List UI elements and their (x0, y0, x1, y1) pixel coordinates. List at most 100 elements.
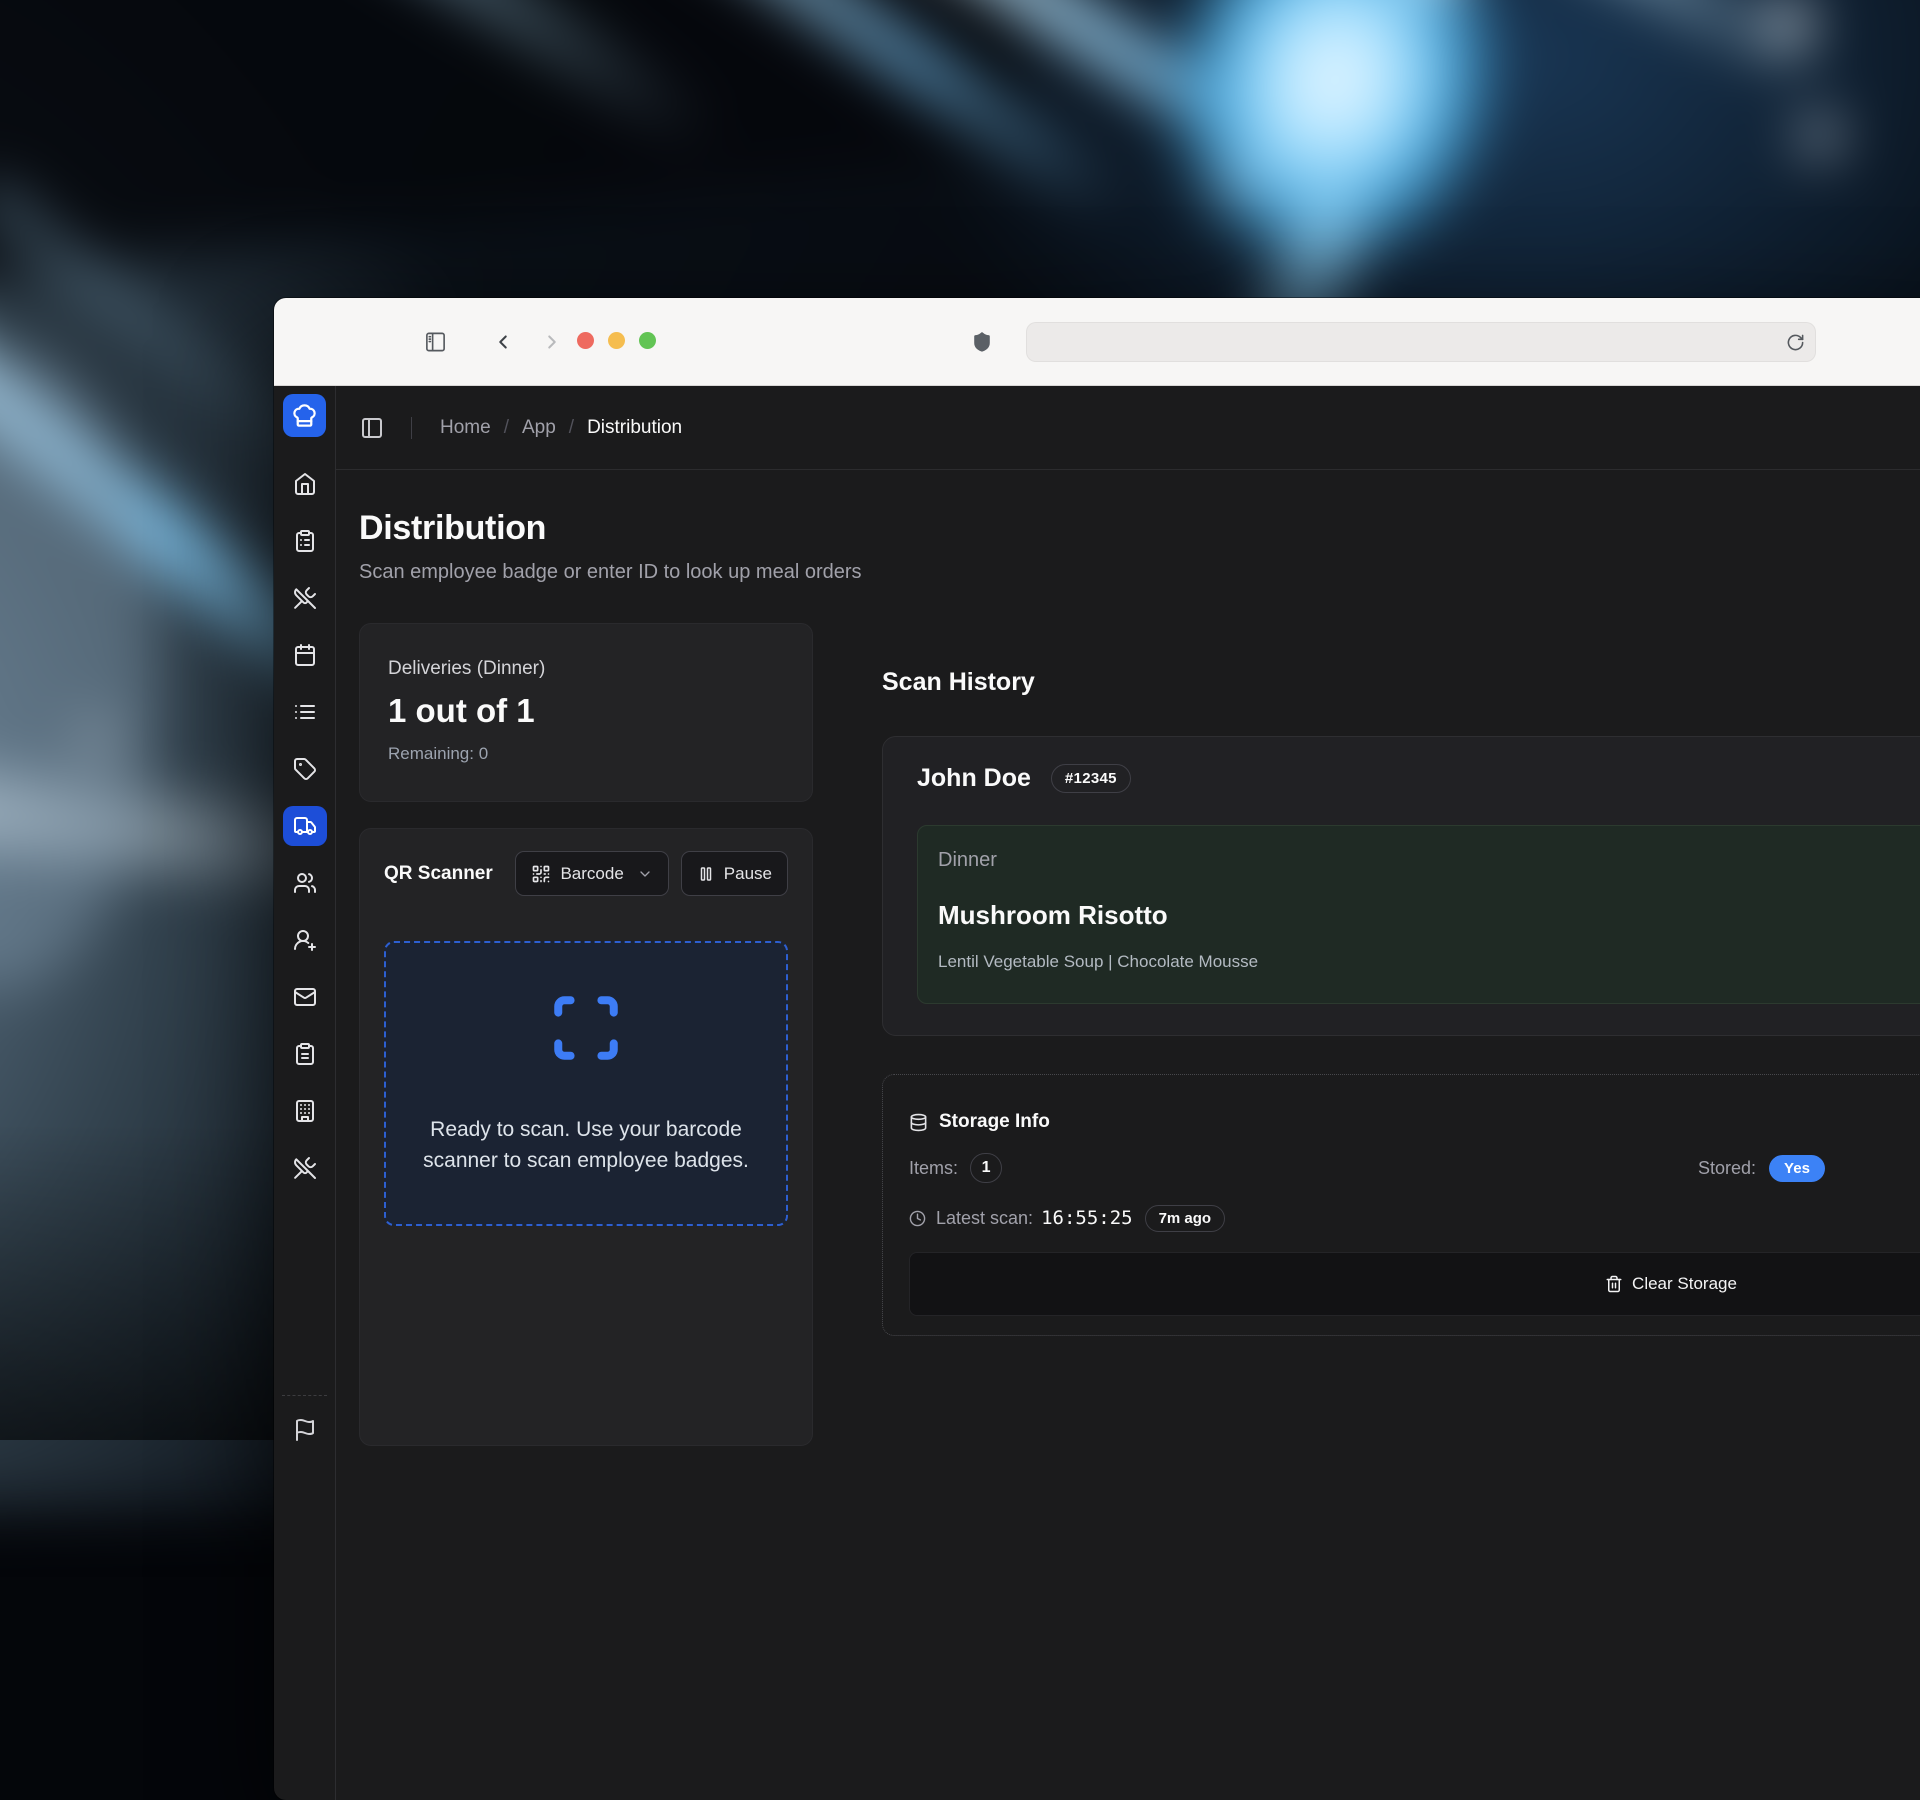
tag-icon (293, 757, 317, 781)
breadcrumb-separator: / (569, 417, 574, 439)
nav-flags[interactable] (274, 1418, 335, 1442)
back-button[interactable] (492, 331, 514, 353)
employee-name: John Doe (917, 764, 1031, 793)
pause-button[interactable]: Pause (681, 851, 788, 896)
clipboard-list-icon (293, 529, 317, 553)
browser-toolbar (274, 298, 1920, 386)
pause-icon (697, 865, 715, 883)
chevron-down-icon (637, 866, 653, 882)
qr-scanner-title: QR Scanner (384, 863, 493, 885)
nav-kitchen[interactable] (283, 1148, 327, 1188)
clear-storage-label: Clear Storage (1632, 1274, 1737, 1294)
nav-reports[interactable] (283, 1034, 327, 1074)
deliveries-card: Deliveries (Dinner) 1 out of 1 Remaining… (359, 623, 813, 802)
sidebar-divider (282, 1395, 327, 1396)
breadcrumb-current: Distribution (587, 417, 682, 439)
forward-button[interactable] (541, 331, 563, 353)
meal-card: Dinner Mushroom Risotto Lentil Vegetable… (917, 825, 1920, 1004)
user-plus-icon (293, 928, 317, 952)
building-icon (293, 1099, 317, 1123)
content-area: Home / App / Distribution Distribution S… (336, 386, 1920, 1800)
right-column: Scan History John Doe #12345 Dinner Mush… (882, 623, 1920, 1446)
items-label: Items: (909, 1158, 958, 1179)
scan-history-title: Scan History (882, 668, 1920, 697)
calendar-icon (293, 643, 317, 667)
storage-items-row: Items: 1 Stored: Yes (909, 1153, 1920, 1183)
latest-scan-label: Latest scan: (936, 1208, 1033, 1229)
stored-label: Stored: (1698, 1158, 1756, 1179)
deliveries-count: 1 out of 1 (388, 692, 784, 730)
home-icon (293, 472, 317, 496)
database-icon (909, 1113, 928, 1132)
nav-orders[interactable] (283, 521, 327, 561)
storage-info-panel: Storage Info Items: 1 Stored: Yes (882, 1074, 1920, 1336)
chef-hat-icon (291, 402, 318, 429)
main-panel: Distribution Scan employee badge or ente… (336, 470, 1920, 1800)
address-input[interactable] (1027, 323, 1786, 361)
app-root: Home / App / Distribution Distribution S… (274, 386, 1920, 1800)
reload-icon[interactable] (1786, 333, 1805, 352)
deliveries-remaining: Remaining: 0 (388, 744, 784, 764)
nav-list[interactable] (283, 692, 327, 732)
privacy-shield-icon[interactable] (971, 330, 993, 354)
meal-period: Dinner (938, 849, 1920, 872)
breadcrumb-separator: / (504, 417, 509, 439)
address-bar[interactable] (1026, 322, 1816, 362)
nav-messages[interactable] (283, 977, 327, 1017)
scan-history-entry: John Doe #12345 Dinner Mushroom Risotto … (882, 736, 1920, 1036)
page-title: Distribution (359, 509, 1920, 548)
meal-sides: Lentil Vegetable Soup | Chocolate Mousse (938, 952, 1920, 972)
clock-icon (909, 1210, 926, 1227)
nav-locations[interactable] (283, 1091, 327, 1131)
nav-tags[interactable] (283, 749, 327, 789)
app-header: Home / App / Distribution (336, 386, 1920, 470)
qr-scanner-card: QR Scanner Barcode Paus (359, 828, 813, 1446)
sidebar-rail (274, 386, 336, 1800)
nav-add-user[interactable] (283, 920, 327, 960)
clipboard-icon (293, 1042, 317, 1066)
scan-dropzone[interactable]: Ready to scan. Use your barcode scanner … (384, 941, 788, 1226)
nav-employees[interactable] (283, 863, 327, 903)
nav-meals[interactable] (283, 578, 327, 618)
mail-icon (293, 985, 317, 1009)
header-divider (411, 417, 412, 439)
sidebar-nav (283, 464, 327, 1188)
minimize-window-button[interactable] (608, 332, 625, 349)
app-sidebar-toggle-icon[interactable] (360, 416, 384, 440)
deliveries-label: Deliveries (Dinner) (388, 658, 784, 680)
utensils-crossed-icon (293, 1156, 317, 1180)
meal-dish: Mushroom Risotto (938, 900, 1920, 931)
breadcrumb-app[interactable]: App (522, 417, 556, 439)
latest-scan-ago-badge: 7m ago (1145, 1205, 1226, 1232)
items-count-badge: 1 (970, 1153, 1002, 1183)
zoom-window-button[interactable] (639, 332, 656, 349)
qr-code-icon (531, 864, 551, 884)
breadcrumb: Home / App / Distribution (440, 417, 682, 439)
page-subtitle: Scan employee badge or enter ID to look … (359, 561, 1920, 584)
storage-info-title: Storage Info (939, 1111, 1050, 1133)
browser-window: Home / App / Distribution Distribution S… (274, 298, 1920, 1800)
list-icon (293, 700, 317, 724)
scan-ready-message: Ready to scan. Use your barcode scanner … (406, 1115, 766, 1176)
stored-status: Stored: Yes (1698, 1153, 1825, 1183)
utensils-crossed-icon (293, 586, 317, 610)
nav-distribution[interactable] (283, 806, 327, 846)
nav-calendar[interactable] (283, 635, 327, 675)
browser-sidebar-toggle-icon[interactable] (424, 330, 447, 353)
flag-icon (293, 1418, 317, 1442)
scan-mode-dropdown[interactable]: Barcode (515, 851, 668, 896)
trash-icon (1605, 1275, 1623, 1293)
scan-frame-icon (549, 991, 623, 1065)
pause-label: Pause (724, 864, 772, 884)
left-column: Deliveries (Dinner) 1 out of 1 Remaining… (359, 623, 813, 1446)
latest-scan-time: 16:55:25 (1041, 1207, 1133, 1229)
close-window-button[interactable] (577, 332, 594, 349)
clear-storage-button[interactable]: Clear Storage (909, 1252, 1920, 1316)
stored-value-badge: Yes (1769, 1155, 1825, 1182)
users-icon (293, 871, 317, 895)
nav-home[interactable] (283, 464, 327, 504)
app-logo[interactable] (283, 394, 326, 437)
truck-icon (293, 814, 317, 838)
latest-scan-row: Latest scan: 16:55:25 7m ago (909, 1203, 1920, 1233)
breadcrumb-home[interactable]: Home (440, 417, 491, 439)
